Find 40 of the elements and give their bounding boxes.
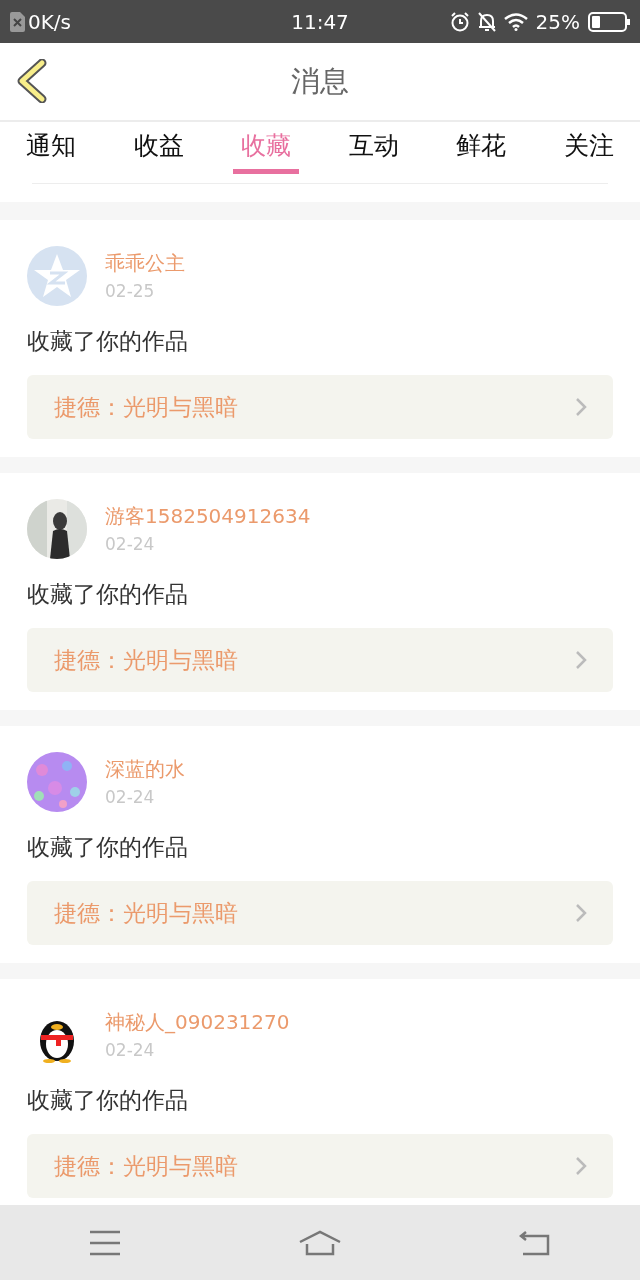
message-text: 收藏了你的作品 xyxy=(27,1086,189,1115)
alarm-icon xyxy=(449,11,470,32)
user-name[interactable]: 深蓝的水 xyxy=(105,756,185,783)
user-name[interactable]: 游客1582504912634 xyxy=(105,503,311,530)
work-link[interactable]: 捷德：光明与黑暗 xyxy=(27,628,613,692)
work-title: 捷德：光明与黑暗 xyxy=(54,392,238,422)
network-speed: 0K/s xyxy=(28,9,71,34)
message-text: 收藏了你的作品 xyxy=(27,327,189,356)
back-arrow-icon[interactable] xyxy=(519,1229,552,1256)
chevron-right-icon xyxy=(575,650,587,670)
tab[interactable]: 收藏 xyxy=(233,122,300,174)
avatar-icon xyxy=(27,246,87,306)
tab[interactable]: 互动 xyxy=(340,122,407,174)
work-title: 捷德：光明与黑暗 xyxy=(54,898,238,928)
work-title: 捷德：光明与黑暗 xyxy=(54,645,238,675)
work-link[interactable]: 捷德：光明与黑暗 xyxy=(27,881,613,945)
work-link[interactable]: 捷德：光明与黑暗 xyxy=(27,1134,613,1198)
home-icon[interactable] xyxy=(298,1229,342,1256)
chevron-right-icon xyxy=(575,1156,587,1176)
user-name[interactable]: 乖乖公主 xyxy=(105,250,185,277)
wifi-icon xyxy=(503,12,528,31)
menu-icon[interactable] xyxy=(88,1229,121,1256)
tab[interactable]: 通知 xyxy=(18,122,84,174)
page-title: 消息 xyxy=(290,62,350,100)
tab[interactable]: 收益 xyxy=(125,122,192,174)
work-title: 捷德：光明与黑暗 xyxy=(54,1151,238,1181)
back-icon[interactable] xyxy=(16,59,48,103)
bell-off-icon xyxy=(477,11,496,32)
user-name[interactable]: 神秘人_090231270 xyxy=(105,1009,290,1036)
sim-off-icon xyxy=(10,11,25,32)
chevron-right-icon xyxy=(575,397,587,417)
tab[interactable]: 鲜花 xyxy=(448,122,515,174)
message-text: 收藏了你的作品 xyxy=(27,833,189,862)
battery-icon xyxy=(588,11,630,32)
tab[interactable]: 关注 xyxy=(555,122,622,174)
clock-time: 11:47 xyxy=(291,9,349,34)
work-link[interactable]: 捷德：光明与黑暗 xyxy=(27,375,613,439)
battery-percent: 25% xyxy=(535,9,580,34)
chevron-right-icon xyxy=(575,903,587,923)
message-text: 收藏了你的作品 xyxy=(27,580,189,609)
